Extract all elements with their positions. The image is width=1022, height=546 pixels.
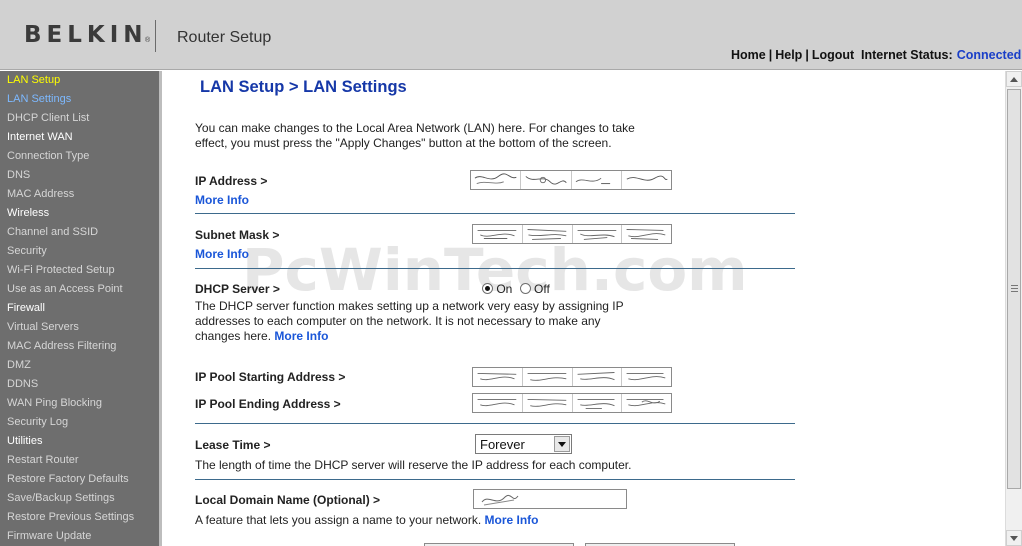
sidebar-item-restart-router[interactable]: Restart Router [0, 451, 159, 470]
internet-status-label: Internet Status: [861, 48, 953, 62]
chevron-down-icon[interactable] [554, 436, 570, 452]
ip-pool-start-field [472, 367, 672, 387]
subnet-mask-more-info-link[interactable]: More Info [195, 247, 249, 261]
lease-time-value: Forever [480, 437, 525, 452]
sidebar-item-use-as-an-access-point[interactable]: Use as an Access Point [0, 280, 159, 299]
ip-octet-1[interactable] [471, 171, 522, 189]
sidebar-item-mac-address-filtering[interactable]: MAC Address Filtering [0, 337, 159, 356]
sidebar-item-virtual-servers[interactable]: Virtual Servers [0, 318, 159, 337]
ip-octet-4[interactable] [622, 171, 671, 189]
top-nav: Home | Help | Logout [731, 48, 855, 62]
sidebar-item-mac-address[interactable]: MAC Address [0, 185, 159, 204]
sidebar-item-dhcp-client-list[interactable]: DHCP Client List [0, 109, 159, 128]
subnet-mask-field [472, 224, 672, 244]
lease-time-description: The length of time the DHCP server will … [195, 458, 632, 472]
sidebar-section-firewall: Firewall [7, 302, 45, 314]
subnet-octet-2[interactable] [523, 225, 573, 243]
scrollbar-thumb[interactable] [1007, 89, 1021, 489]
sidebar: LAN Setup LAN Settings DHCP Client List Int… [0, 71, 159, 546]
home-link[interactable]: Home [731, 48, 766, 62]
sidebar-item-channel-and-ssid[interactable]: Channel and SSID [0, 223, 159, 242]
belkin-logo: BELKIN [24, 22, 148, 48]
internet-status-value: Connected [956, 48, 1022, 62]
dhcp-off-radio[interactable] [519, 283, 531, 294]
sidebar-item-security[interactable]: Security [0, 242, 159, 261]
scroll-down-arrow-icon[interactable] [1006, 530, 1022, 546]
dhcp-on-label: On [496, 282, 513, 296]
sidebar-item-dns[interactable]: DNS [0, 166, 159, 185]
domain-more-info-link[interactable]: More Info [485, 513, 539, 527]
sidebar-menu: LAN Setup LAN Settings DHCP Client List Int… [0, 71, 159, 546]
dhcp-more-info-link[interactable]: More Info [274, 329, 328, 343]
domain-name-label: Local Domain Name (Optional) > [195, 493, 381, 507]
sidebar-item-ddns[interactable]: DDNS [0, 375, 159, 394]
pool-end-octet-2[interactable] [523, 394, 573, 412]
ip-address-label: IP Address > [195, 174, 268, 188]
subnet-mask-label: Subnet Mask > [195, 228, 280, 242]
ip-pool-end-label: IP Pool Ending Address > [195, 397, 341, 411]
lease-time-select[interactable]: Forever [475, 434, 572, 454]
pool-start-octet-2[interactable] [523, 368, 573, 386]
sidebar-item-security-log[interactable]: Security Log [0, 413, 159, 432]
section-divider [195, 423, 795, 424]
vertical-scrollbar[interactable] [1005, 71, 1022, 546]
dhcp-off-label: Off [534, 282, 550, 296]
sidebar-item-connection-type[interactable]: Connection Type [0, 147, 159, 166]
header-bar: BELKIN ® Router Setup Home | Help | Logout I… [0, 0, 1022, 70]
sidebar-item-firmware-update[interactable]: Firmware Update [0, 527, 159, 546]
dhcp-on-radio[interactable] [482, 283, 493, 294]
pool-start-octet-3[interactable] [573, 368, 623, 386]
ip-pool-end-field [472, 393, 672, 413]
lease-time-label: Lease Time > [195, 438, 271, 452]
pool-start-octet-1[interactable] [473, 368, 523, 386]
section-divider [195, 213, 795, 214]
ip-pool-start-label: IP Pool Starting Address > [195, 370, 346, 384]
pool-end-octet-3[interactable] [573, 394, 623, 412]
scroll-up-arrow-icon[interactable] [1006, 71, 1022, 87]
dhcp-description: The DHCP server function makes setting u… [195, 299, 624, 343]
ip-octet-3[interactable] [572, 171, 622, 189]
dhcp-server-label: DHCP Server > [195, 282, 280, 296]
sidebar-item-lan-settings[interactable]: LAN Settings [0, 90, 159, 109]
ip-octet-2[interactable] [521, 171, 572, 189]
section-divider [195, 268, 795, 269]
sidebar-item-restore-factory-defaults[interactable]: Restore Factory Defaults [0, 470, 159, 489]
help-link[interactable]: Help [775, 48, 802, 62]
sidebar-section-utilities: Utilities [7, 435, 43, 447]
subnet-octet-1[interactable] [473, 225, 523, 243]
header-title: Router Setup [177, 29, 272, 46]
grip-icon [1011, 285, 1018, 292]
pool-end-octet-1[interactable] [473, 394, 523, 412]
sidebar-item-save-backup-settings[interactable]: Save/Backup Settings [0, 489, 159, 508]
sidebar-section-internet-wan: Internet WAN [7, 131, 73, 143]
ip-address-more-info-link[interactable]: More Info [195, 193, 249, 207]
sidebar-item-wi-fi-protected-setup[interactable]: Wi-Fi Protected Setup [0, 261, 159, 280]
pool-start-octet-4[interactable] [622, 368, 671, 386]
section-divider [195, 479, 795, 480]
ip-address-field [470, 170, 672, 190]
logout-link[interactable]: Logout [812, 48, 854, 62]
sidebar-item-dmz[interactable]: DMZ [0, 356, 159, 375]
internet-status: Internet Status: Connected [861, 48, 1021, 62]
pool-end-octet-4[interactable] [622, 394, 671, 412]
subnet-octet-4[interactable] [622, 225, 671, 243]
page-title: LAN Setup > LAN Settings [200, 78, 407, 96]
sidebar-section-lan-setup[interactable]: LAN Setup [0, 71, 159, 90]
sidebar-item-restore-previous-settings[interactable]: Restore Previous Settings [0, 508, 159, 527]
registered-mark: ® [145, 37, 151, 44]
domain-name-input[interactable] [473, 489, 627, 509]
sidebar-section-wireless: Wireless [7, 207, 50, 219]
domain-name-description: A feature that lets you assign a name to… [195, 513, 539, 527]
subnet-octet-3[interactable] [573, 225, 623, 243]
main-content: PcWinTech.com LAN Setup > LAN Settings Y… [162, 71, 1006, 546]
intro-text: You can make changes to the Local Area N… [195, 121, 635, 150]
dhcp-server-radio-group: On Off [482, 282, 550, 296]
header-divider [155, 20, 156, 52]
sidebar-item-wan-ping-blocking[interactable]: WAN Ping Blocking [0, 394, 159, 413]
